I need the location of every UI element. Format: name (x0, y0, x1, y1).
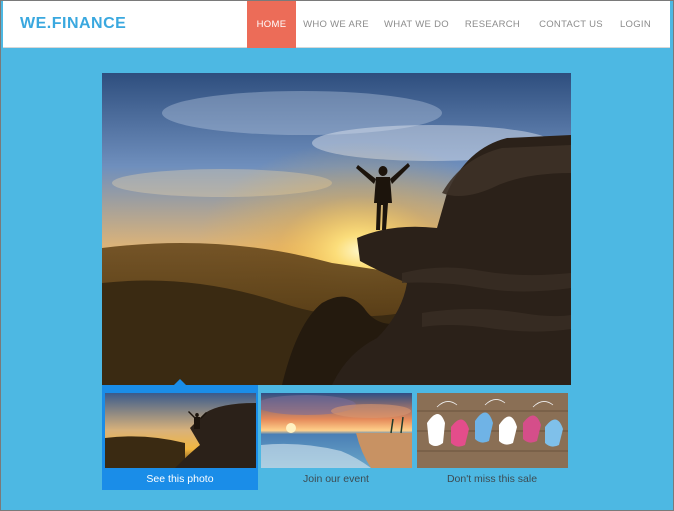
hero-photo[interactable] (102, 73, 571, 385)
nav-item-contact-us[interactable]: CONTACT US (528, 1, 614, 48)
nav-item-what-we-do[interactable]: WHAT WE DO (376, 1, 457, 48)
thumbnail-see-this-photo[interactable]: See this photo (102, 379, 258, 490)
thumbnail-join-our-event[interactable]: Join our event (258, 385, 414, 490)
thumbnail-image-beach (261, 393, 412, 468)
site-header: WE.FINANCE HOME WHO WE ARE WHAT WE DO RE… (3, 1, 670, 48)
thumbnail-caption: Join our event (303, 473, 369, 485)
hero-photo-image (102, 73, 571, 385)
nav-item-home[interactable]: HOME (247, 1, 296, 48)
thumbnail-image-sneakers (417, 393, 568, 468)
nav-item-research[interactable]: RESEARCH (457, 1, 528, 48)
thumbnail-dont-miss-this-sale[interactable]: Don't miss this sale (414, 385, 570, 490)
thumbnail-strip: See this photo Join our event Don't miss… (102, 379, 571, 490)
main-nav: HOME WHO WE ARE WHAT WE DO RESEARCH CONT… (247, 1, 657, 48)
selected-pointer (174, 379, 186, 385)
thumbnail-caption: See this photo (146, 473, 214, 485)
thumbnail-caption: Don't miss this sale (446, 473, 538, 485)
site-logo[interactable]: WE.FINANCE (20, 15, 126, 33)
thumbnail-image-mountain (105, 393, 256, 468)
nav-item-who-we-are[interactable]: WHO WE ARE (296, 1, 376, 48)
nav-item-login[interactable]: LOGIN (614, 1, 657, 48)
